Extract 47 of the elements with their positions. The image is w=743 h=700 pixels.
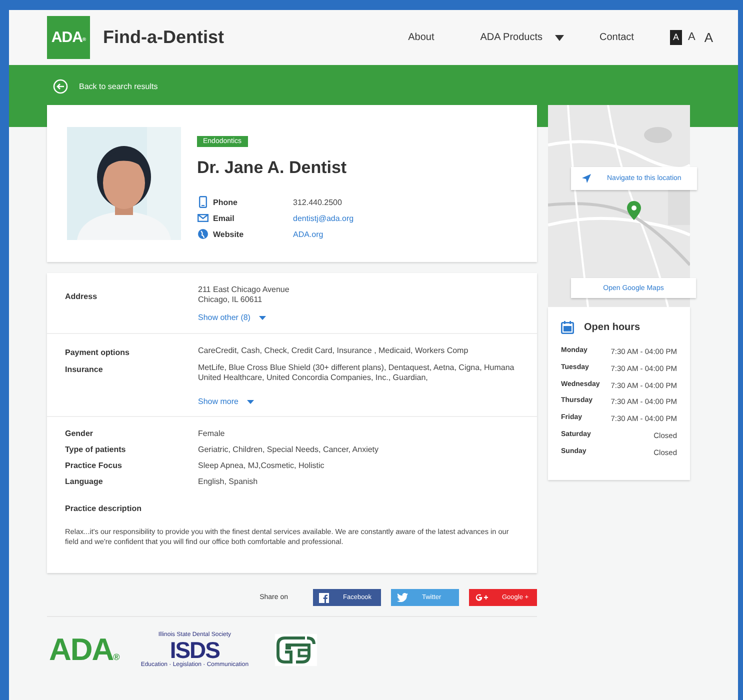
navigation-arrow-icon xyxy=(582,174,591,183)
field-value: Geriatric, Children, Special Needs, Cancer, Anxiety xyxy=(198,445,379,455)
field-value: MetLife, Blue Cross Blue Shield (30+ different plans), Dentaquest, Aetna, Cigna, Humana United Healthcare, United Concordia Companies, Inc., Guardian, xyxy=(198,363,516,383)
field-label: Type of patients xyxy=(65,445,127,455)
field-value: CareCredit, Cash, Check, Credit Card, Insurance , Medicaid, Workers Comp xyxy=(198,346,468,357)
bird-icon xyxy=(397,593,408,602)
field-label: Insurance xyxy=(65,365,104,376)
nav-link[interactable]: ADA Products xyxy=(480,32,542,43)
globe-icon xyxy=(197,229,209,239)
calendar-icon xyxy=(561,321,574,334)
site-title: Find-a-Dentist xyxy=(103,27,224,48)
field-label: Practice Focus xyxy=(65,461,123,471)
back-link[interactable]: Back to search results xyxy=(53,79,158,94)
address-line: 211 East Chicago Avenue xyxy=(198,285,290,295)
google-plus-icon xyxy=(475,593,488,602)
font-size-button[interactable]: A xyxy=(670,30,682,45)
field-value: Female xyxy=(198,429,225,439)
show-more-link[interactable]: Show more xyxy=(198,397,254,406)
caret-icon xyxy=(259,316,266,320)
profile-link[interactable]: dentistj@ada.org xyxy=(293,214,354,222)
contact-value: 312.440.2500 xyxy=(293,198,342,206)
nav-link[interactable]: About xyxy=(408,32,434,43)
contact-label: Email xyxy=(213,214,236,222)
facebook-icon xyxy=(319,592,329,602)
address-line: Chicago, IL 60611 xyxy=(198,295,264,305)
contact-label: Website xyxy=(213,230,245,238)
field-label: Language xyxy=(65,477,104,487)
caret-icon xyxy=(247,400,254,404)
ada-logo: ADA® xyxy=(49,632,119,668)
phone-icon xyxy=(197,196,209,208)
field-label: Practice description xyxy=(65,504,142,513)
show-other-link[interactable]: Show other (8) xyxy=(198,313,290,323)
field-label: Gender xyxy=(65,429,94,439)
envelope-icon xyxy=(197,214,209,222)
caret-icon[interactable] xyxy=(554,34,564,40)
field-label: Payment options xyxy=(65,348,130,357)
font-size-button[interactable]: A xyxy=(684,30,698,45)
emblem-logo xyxy=(274,634,317,666)
dentist-name: Dr. Jane A. Dentist xyxy=(197,158,348,178)
field-label: Address xyxy=(65,292,98,303)
contact-label: Phone xyxy=(213,198,238,206)
nav-link[interactable]: Contact xyxy=(600,32,634,43)
hours-title: Open hours xyxy=(584,322,640,333)
field-value: English, Spanish xyxy=(198,477,258,487)
profile-link[interactable]: ADA.org xyxy=(293,230,324,238)
field-value: Sleep Apnea, MJ,Cosmetic, Holistic xyxy=(198,461,324,471)
font-size-button[interactable]: A xyxy=(701,30,716,45)
